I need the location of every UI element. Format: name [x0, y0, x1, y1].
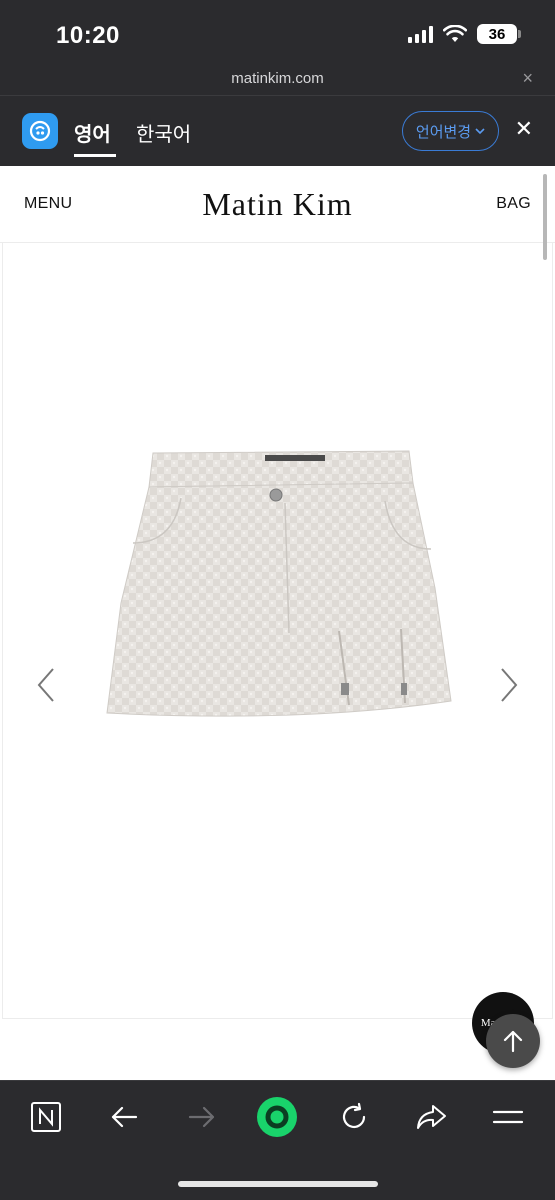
close-icon[interactable]: × — [522, 68, 533, 89]
carousel-next-arrow-icon[interactable] — [496, 665, 522, 705]
status-bar: 10:20 36 — [0, 0, 555, 64]
reload-icon[interactable] — [332, 1095, 376, 1139]
wifi-icon — [443, 25, 467, 42]
product-image-carousel[interactable] — [2, 243, 553, 1019]
carousel-prev-arrow-icon[interactable] — [33, 665, 59, 705]
bag-button[interactable]: BAG — [496, 195, 531, 213]
site-header: MENU Matin Kim BAG — [0, 166, 555, 243]
hamburger-menu-icon[interactable] — [486, 1095, 530, 1139]
change-language-button[interactable]: 언어변경 — [402, 111, 499, 151]
browser-toolbar — [0, 1080, 555, 1200]
change-language-label: 언어변경 — [415, 123, 472, 141]
skirt-product-image[interactable] — [3, 243, 554, 1019]
share-icon[interactable] — [409, 1095, 453, 1139]
active-tab-underline — [74, 154, 116, 157]
battery-icon: 36 — [477, 24, 521, 44]
status-time: 10:20 — [56, 22, 120, 49]
web-page: MENU Matin Kim BAG — [0, 166, 555, 1080]
chevron-down-icon — [475, 128, 485, 135]
url-text[interactable]: matinkim.com — [0, 70, 555, 87]
back-arrow-icon[interactable] — [102, 1095, 146, 1139]
tab-target-language[interactable]: 한국어 — [136, 118, 191, 147]
naver-home-icon[interactable] — [24, 1095, 68, 1139]
close-translate-icon[interactable]: ✕ — [515, 116, 533, 142]
scroll-to-top-button[interactable] — [486, 1014, 540, 1068]
green-dot-icon[interactable] — [255, 1095, 299, 1139]
status-icons: 36 — [408, 24, 521, 44]
translate-bar: 영어 한국어 언어변경 ✕ — [0, 96, 555, 166]
arrow-up-icon — [503, 1030, 523, 1053]
home-indicator[interactable] — [178, 1181, 378, 1187]
papago-logo-icon[interactable] — [22, 113, 58, 149]
url-bar[interactable]: matinkim.com × — [0, 64, 555, 96]
tab-source-language[interactable]: 영어 — [74, 118, 111, 147]
brand-logo[interactable]: Matin Kim — [0, 186, 555, 223]
forward-arrow-icon — [180, 1095, 224, 1139]
cellular-signal-icon — [408, 25, 433, 43]
